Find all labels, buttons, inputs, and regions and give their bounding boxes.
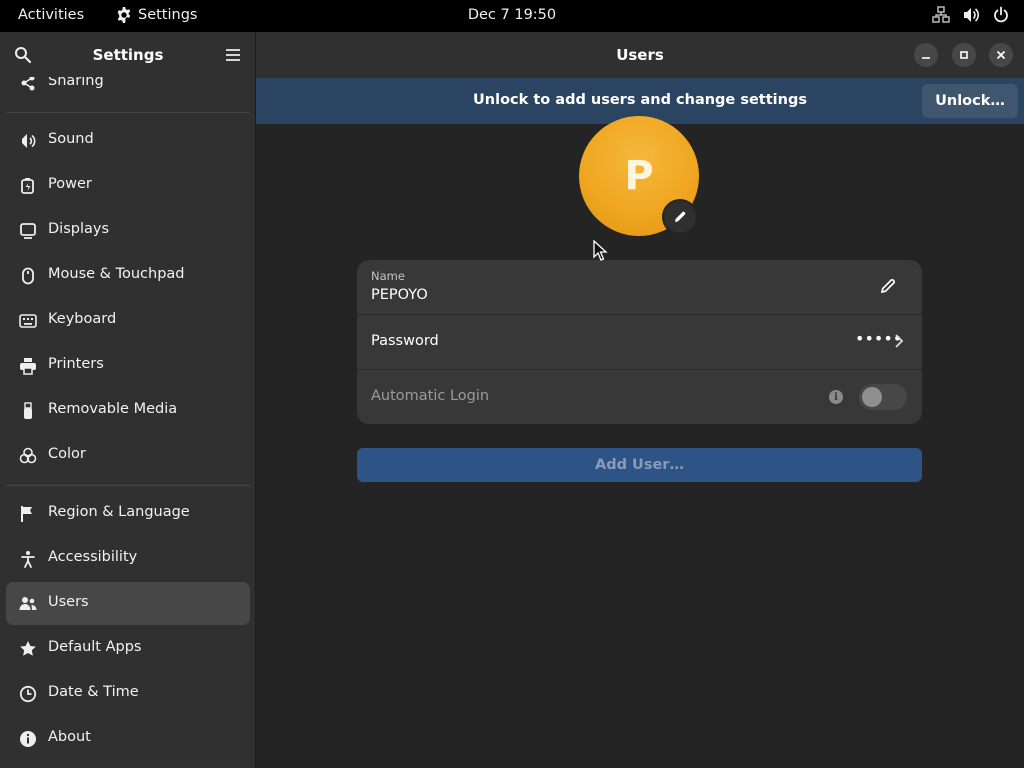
search-icon[interactable] bbox=[14, 46, 32, 64]
sidebar: Sharing Sound Power Displays Mouse & Tou… bbox=[0, 32, 256, 768]
add-user-button[interactable]: Add User… bbox=[357, 448, 922, 482]
info-icon[interactable]: i bbox=[829, 390, 843, 404]
sidebar-item-mouse-touchpad[interactable]: Mouse & Touchpad bbox=[6, 254, 250, 297]
edit-name-icon[interactable] bbox=[879, 277, 897, 295]
pencil-icon bbox=[675, 211, 686, 222]
toggle-knob bbox=[862, 387, 882, 407]
sidebar-item-printers[interactable]: Printers bbox=[6, 344, 250, 387]
maximize-icon bbox=[960, 51, 968, 59]
sidebar-item-displays[interactable]: Displays bbox=[6, 209, 250, 252]
sidebar-item-keyboard[interactable]: Keyboard bbox=[6, 299, 250, 342]
sidebar-item-label: Power bbox=[48, 176, 92, 192]
sidebar-item-label: Sound bbox=[48, 131, 94, 147]
sidebar-item-users[interactable]: Users bbox=[6, 582, 250, 625]
hamburger-menu-icon[interactable] bbox=[225, 47, 241, 63]
network-icon bbox=[932, 6, 950, 23]
info-icon bbox=[20, 731, 36, 747]
close-button[interactable] bbox=[989, 43, 1013, 67]
app-menu-label: Settings bbox=[138, 7, 198, 23]
sidebar-item-label: Region & Language bbox=[48, 504, 190, 520]
sidebar-item-label: About bbox=[48, 729, 91, 745]
app-menu[interactable]: Settings bbox=[116, 7, 197, 23]
banner-text: Unlock to add users and change settings bbox=[473, 92, 807, 108]
sidebar-item-label: Mouse & Touchpad bbox=[48, 266, 185, 282]
sidebar-item-label: Date & Time bbox=[48, 684, 139, 700]
usb-icon bbox=[24, 402, 32, 419]
password-row[interactable]: Password ••••• bbox=[357, 315, 922, 369]
automatic-login-label: Automatic Login bbox=[371, 388, 490, 404]
automatic-login-row: Automatic Login i bbox=[357, 370, 922, 424]
divider bbox=[6, 485, 250, 486]
users-icon bbox=[19, 597, 37, 610]
automatic-login-toggle[interactable] bbox=[859, 384, 907, 410]
volume-icon bbox=[964, 8, 980, 22]
sidebar-item-label: Removable Media bbox=[48, 401, 178, 417]
name-value: PEPOYO bbox=[371, 287, 428, 303]
chevron-right-icon bbox=[895, 334, 904, 348]
sidebar-item-label: Default Apps bbox=[48, 639, 142, 655]
sidebar-item-label: Printers bbox=[48, 356, 104, 372]
sidebar-item-default-apps[interactable]: Default Apps bbox=[6, 627, 250, 670]
sidebar-item-removable-media[interactable]: Removable Media bbox=[6, 389, 250, 432]
unlock-button[interactable]: Unlock… bbox=[922, 84, 1018, 118]
sidebar-item-label: Keyboard bbox=[48, 311, 117, 327]
sidebar-item-power[interactable]: Power bbox=[6, 164, 250, 207]
power-icon bbox=[994, 6, 1008, 23]
sidebar-item-label: Color bbox=[48, 446, 86, 462]
mouse-cursor-icon bbox=[593, 240, 608, 261]
avatar-edit-button[interactable] bbox=[662, 199, 698, 235]
maximize-button[interactable] bbox=[952, 43, 976, 67]
speaker-icon bbox=[22, 134, 36, 148]
top-bar: Activities Settings Dec 7 19:50 bbox=[0, 0, 1024, 32]
divider bbox=[6, 112, 250, 113]
user-details-card: Name PEPOYO Password ••••• Automatic Log… bbox=[357, 260, 922, 424]
keyboard-icon bbox=[19, 314, 37, 328]
sidebar-item-region-language[interactable]: Region & Language bbox=[6, 492, 250, 535]
star-icon bbox=[20, 641, 36, 656]
sidebar-header: Settings bbox=[0, 32, 255, 77]
monitor-icon bbox=[20, 223, 36, 239]
minimize-icon bbox=[922, 57, 930, 59]
sidebar-item-accessibility[interactable]: Accessibility bbox=[6, 537, 250, 580]
mouse-icon bbox=[22, 267, 34, 285]
system-tray[interactable] bbox=[932, 6, 1010, 24]
color-icon bbox=[19, 447, 37, 464]
sidebar-item-label: Accessibility bbox=[48, 549, 138, 565]
sidebar-item-color[interactable]: Color bbox=[6, 434, 250, 477]
accessibility-icon bbox=[21, 551, 35, 568]
sidebar-item-date-time[interactable]: Date & Time bbox=[6, 672, 250, 715]
gear-icon bbox=[117, 7, 131, 23]
name-row[interactable]: Name PEPOYO bbox=[357, 260, 922, 314]
printer-icon bbox=[20, 358, 36, 375]
page-title: Users bbox=[616, 46, 664, 64]
flag-icon bbox=[21, 506, 32, 522]
name-caption: Name bbox=[371, 269, 405, 283]
clock-icon bbox=[19, 685, 37, 703]
sidebar-item-label: Users bbox=[48, 594, 89, 610]
sidebar-item-about[interactable]: About bbox=[6, 717, 250, 760]
close-icon bbox=[996, 50, 1006, 60]
activities-button[interactable]: Activities bbox=[18, 7, 84, 23]
battery-icon bbox=[21, 178, 34, 194]
minimize-button[interactable] bbox=[914, 43, 938, 67]
sidebar-item-sound[interactable]: Sound bbox=[6, 119, 250, 162]
sidebar-item-label: Displays bbox=[48, 221, 110, 237]
content-header: Users bbox=[256, 32, 1024, 78]
password-label: Password bbox=[371, 333, 439, 349]
clock[interactable]: Dec 7 19:50 bbox=[468, 7, 556, 23]
sidebar-title: Settings bbox=[92, 46, 164, 64]
